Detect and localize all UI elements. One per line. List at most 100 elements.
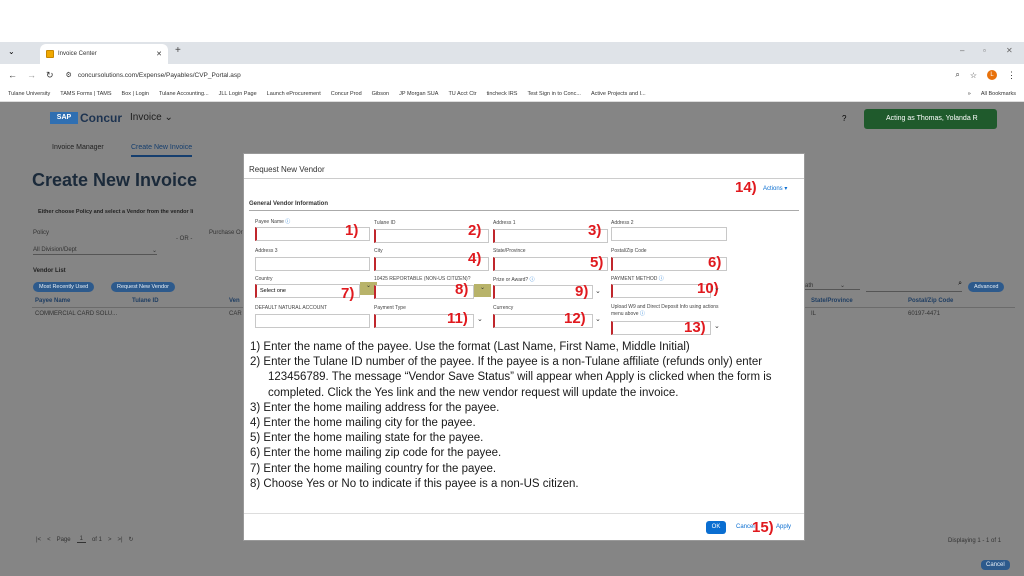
url-text[interactable]: concursolutions.com/Expense/Payables/CVP… <box>78 72 241 79</box>
new-tab-icon[interactable]: + <box>175 45 181 56</box>
restore-icon[interactable]: ▫ <box>983 46 986 55</box>
profile-avatar[interactable]: L <box>987 70 997 80</box>
prize-chevron-icon[interactable]: ⌄ <box>595 287 601 295</box>
payment-method-select[interactable] <box>611 284 711 298</box>
module-menu[interactable]: Invoice ⌄ <box>130 112 173 123</box>
next-page-icon[interactable]: > <box>108 537 112 543</box>
bookmark-item[interactable]: JP Morgan SUA <box>399 91 438 97</box>
tab-create-new-invoice[interactable]: Create New Invoice <box>131 144 193 157</box>
bookmark-item[interactable]: TU Acct Ctr <box>448 91 476 97</box>
close-tab-icon[interactable]: ✕ <box>156 50 162 58</box>
instruction-item: 7) Enter the home mailing country for th… <box>250 462 497 475</box>
menu-icon[interactable]: ⋮ <box>1007 70 1016 81</box>
bookmarks-overflow-icon[interactable]: » <box>968 91 971 97</box>
payee-name-label: Payee Name ⓘ <box>255 219 291 225</box>
tab-list-icon[interactable]: ⌄ <box>8 47 15 56</box>
policy-select[interactable]: All Division/Dept ⌄ <box>33 247 157 255</box>
callout-9: 9) <box>575 283 589 300</box>
policy-label: Policy <box>33 230 50 236</box>
tab-invoice-manager[interactable]: Invoice Manager <box>52 144 104 151</box>
site-settings-icon[interactable]: ⚙ <box>66 71 72 79</box>
url-bar: ← → ↻ ⚙ concursolutions.com/Expense/Paya… <box>0 64 1024 86</box>
prize-label: Prize or Award? ⓘ <box>493 277 535 283</box>
page-input[interactable]: 1 <box>76 536 86 543</box>
upload-w9-chevron-icon[interactable]: ⌄ <box>714 322 720 330</box>
refresh-icon[interactable]: ↻ <box>129 536 134 543</box>
pager-label: Page <box>56 536 71 543</box>
col-payee-name[interactable]: Payee Name <box>35 298 70 304</box>
most-recent-button[interactable]: Most Recently Used <box>33 282 95 292</box>
currency-chevron-icon[interactable]: ⌄ <box>595 315 601 323</box>
bookmark-item[interactable]: Tulane Accounting... <box>159 91 209 97</box>
bookmark-item[interactable]: Tulane University <box>8 91 50 97</box>
bookmark-item[interactable]: TAMS Forms | TAMS <box>60 91 111 97</box>
payment-type-chevron-icon[interactable]: ⌄ <box>477 315 483 323</box>
help-icon: ⓘ <box>658 276 664 282</box>
pager: |< < Page 1 of 1 > >| ↻ <box>36 536 134 543</box>
default-account-label: DEFAULT NATURAL ACCOUNT <box>255 305 328 311</box>
default-account-input[interactable] <box>255 314 370 328</box>
minimize-icon[interactable]: – <box>960 46 964 55</box>
last-page-icon[interactable]: >| <box>117 537 122 543</box>
search-column-select[interactable]: ath ⌄ <box>805 282 860 290</box>
instruction-item: 3) Enter the home mailing address for th… <box>250 401 500 414</box>
browser-tab[interactable]: Invoice Center ✕ <box>40 44 168 64</box>
prev-page-icon[interactable]: < <box>47 537 51 543</box>
address2-label: Address 2 <box>611 220 634 226</box>
cell-vendor: CAR <box>229 311 242 317</box>
cancel-invoice-button[interactable]: Cancel <box>981 560 1010 570</box>
bookmark-item[interactable]: Gibson <box>372 91 389 97</box>
apply-button[interactable]: Apply <box>776 524 791 530</box>
payment-method-chevron-icon[interactable]: ⌄ <box>714 284 720 292</box>
instruction-item: 1) Enter the name of the payee. Use the … <box>250 341 690 353</box>
reload-icon[interactable]: ↻ <box>46 70 54 81</box>
acting-as-button[interactable]: Acting as Thomas, Yolanda R <box>864 109 997 129</box>
address2-input[interactable] <box>611 227 727 241</box>
dialog-title: Request New Vendor <box>249 165 325 174</box>
first-page-icon[interactable]: |< <box>36 537 41 543</box>
star-icon[interactable]: ☆ <box>970 71 977 80</box>
advanced-button[interactable]: Advanced <box>968 282 1005 292</box>
search-column-value: ath <box>805 283 814 289</box>
tab-title: Invoice Center <box>58 51 97 57</box>
bookmark-item[interactable]: JLL Login Page <box>219 91 257 97</box>
pager-of: of 1 <box>91 536 102 543</box>
col-state[interactable]: State/Province <box>811 298 853 304</box>
request-vendor-dialog: Request New Vendor 14) Actions ▾ General… <box>243 153 805 541</box>
search-input[interactable]: ⌕ <box>866 280 962 292</box>
bookmark-item[interactable]: Launch eProcurement <box>267 91 321 97</box>
address3-input[interactable] <box>255 257 370 271</box>
close-window-icon[interactable]: ✕ <box>1006 46 1013 55</box>
cell-state: IL <box>811 311 817 317</box>
bookmark-item[interactable]: Concur Prod <box>331 91 362 97</box>
callout-4: 4) <box>468 250 482 267</box>
footer-divider <box>244 513 804 514</box>
bookmark-item[interactable]: Test Sign in to Conc... <box>527 91 581 97</box>
bookmark-item[interactable]: Box | Login <box>122 91 149 97</box>
displaying-text: Displaying 1 - 1 of 1 <box>948 538 1002 544</box>
col-tulane-id[interactable]: Tulane ID <box>132 298 159 304</box>
help-icon[interactable]: ? <box>842 114 846 123</box>
col-postal[interactable]: Postal/Zip Code <box>908 298 953 304</box>
bookmark-item[interactable]: tincheck IRS <box>487 91 518 97</box>
request-vendor-button[interactable]: Request New Vendor <box>111 282 175 292</box>
forward-icon[interactable]: → <box>27 70 36 80</box>
brand-name: Concur <box>80 111 122 125</box>
callout-15: 15) <box>752 519 774 536</box>
help-icon: ⓘ <box>639 311 645 317</box>
actions-menu[interactable]: Actions ▾ <box>763 185 787 192</box>
tulane-id-label: Tulane ID <box>374 220 396 226</box>
ok-button[interactable]: OK <box>706 521 726 534</box>
all-bookmarks[interactable]: All Bookmarks <box>981 91 1016 97</box>
vendor-list-label: Vendor List <box>33 268 66 274</box>
reportable-dropdown-icon[interactable]: ⌄ <box>474 284 491 297</box>
zoom-icon[interactable]: ⌕ <box>955 70 959 80</box>
bookmark-item[interactable]: Active Projects and I... <box>591 91 646 97</box>
payment-method-label: PAYMENT METHOD ⓘ <box>611 276 664 282</box>
module-label: Invoice <box>130 112 162 123</box>
back-icon[interactable]: ← <box>8 70 17 80</box>
callout-11: 11) <box>447 310 468 327</box>
col-vendor[interactable]: Ven <box>229 298 240 304</box>
search-icon[interactable]: ⌕ <box>958 280 962 288</box>
section-title: General Vendor Information <box>249 201 329 207</box>
